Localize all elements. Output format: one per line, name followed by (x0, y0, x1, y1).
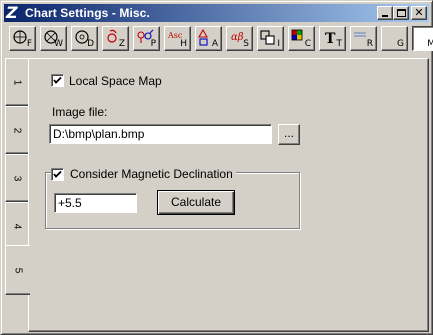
toolbar-button-a[interactable]: A (195, 26, 222, 51)
toolbar-letter: F (26, 39, 32, 49)
toolbar-button-r[interactable]: R (350, 26, 377, 51)
toolbar-button-t[interactable]: T T (319, 26, 346, 51)
toolbar-button-d[interactable]: D (71, 26, 98, 51)
toolbar-letter: G (397, 39, 404, 49)
toolbar-button-i[interactable]: I (257, 26, 284, 51)
toolbar-letter: Z (118, 39, 125, 49)
toolbar-button-p[interactable]: P (133, 26, 160, 51)
toolbar-button-h[interactable]: Asc H (164, 26, 191, 51)
minimize-button[interactable] (377, 6, 393, 20)
calculate-button[interactable]: Calculate (157, 190, 235, 215)
maximize-button[interactable] (393, 6, 409, 20)
toolbar-button-g[interactable]: G (381, 26, 408, 51)
toolbar-letter: R (366, 39, 373, 49)
title-bar[interactable]: Z Chart Settings - Misc. ✕ (4, 4, 429, 22)
magnetic-declination-checkbox[interactable] (51, 167, 64, 181)
tab-label: 2 (11, 127, 23, 133)
toolbar-button-c[interactable]: C (288, 26, 315, 51)
maximize-icon (397, 9, 406, 17)
local-space-map-checkbox[interactable] (51, 74, 64, 87)
toolbar-button-w[interactable]: W (40, 26, 67, 51)
tab-label: 3 (11, 175, 23, 181)
tab-4[interactable]: 4 (5, 202, 28, 250)
minimize-icon (382, 15, 388, 17)
toolbar-button-f[interactable]: F (9, 26, 36, 51)
toolbar-letter: I (277, 39, 280, 49)
toolbar-button-z[interactable]: Z (102, 26, 129, 51)
toolbar-letter: P (150, 39, 156, 49)
magnetic-declination-legend: Consider Magnetic Declination (51, 166, 236, 182)
checkmark-icon (53, 170, 62, 178)
toolbar-letter: M (427, 39, 433, 49)
image-file-label: Image file: (52, 105, 108, 119)
toolbar-letter: T (336, 39, 343, 49)
tab-5[interactable]: 5 (5, 245, 30, 295)
checkmark-icon (53, 76, 62, 84)
browse-button[interactable]: ... (278, 124, 300, 145)
image-file-input[interactable]: D:\bmp\plan.bmp (49, 124, 272, 144)
tab-label: 4 (11, 223, 23, 229)
toolbar-letter: A (211, 39, 218, 49)
window-title: Chart Settings - Misc. (25, 6, 150, 20)
svg-text:T: T (325, 31, 336, 47)
toolbar-button-s[interactable]: αβ S (226, 26, 253, 51)
magnetic-declination-label: Consider Magnetic Declination (70, 167, 233, 181)
close-button[interactable]: ✕ (411, 6, 427, 20)
toolbar-letter: H (180, 39, 187, 49)
local-space-map-label: Local Space Map (69, 74, 162, 88)
close-icon: ✕ (414, 6, 424, 19)
chart-settings-window: Z Chart Settings - Misc. ✕ F W D Z P Asc… (0, 0, 433, 335)
tab-label: 5 (12, 267, 24, 273)
tab-2[interactable]: 2 (5, 106, 28, 154)
svg-text:αβ: αβ (231, 32, 244, 43)
toolbar: F W D Z P Asc H A αβ S I C T T R G M (9, 26, 433, 52)
magnetic-declination-input[interactable]: +5.5 (54, 193, 137, 213)
toolbar-button-m[interactable]: M (412, 26, 433, 51)
app-logo-icon: Z (6, 3, 18, 22)
toolbar-letter: D (87, 39, 94, 49)
toolbar-letter: C (304, 39, 311, 49)
tab-label: 1 (11, 79, 23, 85)
toolbar-letter: S (243, 39, 249, 49)
toolbar-letter: W (54, 39, 63, 49)
tab-3[interactable]: 3 (5, 154, 28, 202)
tab-1[interactable]: 1 (5, 58, 28, 106)
